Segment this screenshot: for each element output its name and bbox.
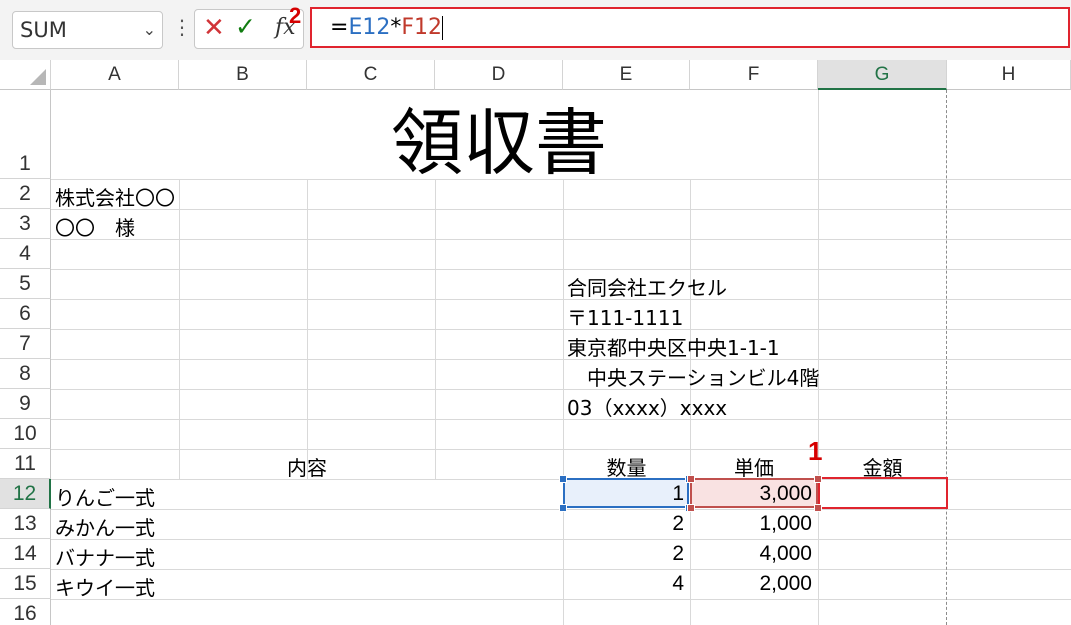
- gridline: [51, 419, 1071, 420]
- cell-a2[interactable]: 株式会社〇〇: [55, 182, 175, 211]
- row-header-1[interactable]: 1: [0, 90, 51, 179]
- cell-e6[interactable]: 〒111-1111: [567, 302, 683, 331]
- item-quantity[interactable]: 4: [563, 572, 684, 596]
- row-header-14[interactable]: 14: [0, 539, 51, 569]
- item-price[interactable]: 4,000: [690, 542, 812, 566]
- page-break-line: [946, 90, 947, 625]
- worksheet-grid[interactable]: A B C D E F G H 1 2 3 4 5 6 7 8 9 10 11 …: [0, 60, 1071, 625]
- row-header-15[interactable]: 15: [0, 569, 51, 599]
- row-header-5[interactable]: 5: [0, 269, 51, 299]
- gridline: [51, 299, 1071, 300]
- column-header-h[interactable]: H: [947, 60, 1071, 90]
- select-all-icon: [30, 69, 46, 85]
- gridline: [51, 449, 1071, 450]
- cell-g12-active[interactable]: [818, 477, 948, 509]
- item-name[interactable]: キウイ一式: [55, 572, 155, 601]
- header-content[interactable]: 内容: [51, 452, 563, 481]
- cell-e7[interactable]: 東京都中央区中央1-1-1: [567, 332, 780, 361]
- cancel-icon[interactable]: ✕: [203, 13, 225, 43]
- formula-ref-e12: E12: [348, 15, 391, 40]
- column-header-a[interactable]: A: [51, 60, 179, 90]
- item-quantity[interactable]: 2: [563, 542, 684, 566]
- header-quantity[interactable]: 数量: [563, 452, 690, 481]
- cell-e9[interactable]: 03（xxxx）xxxx: [567, 392, 727, 421]
- gridline: [51, 569, 1071, 570]
- row-header-8[interactable]: 8: [0, 359, 51, 389]
- item-price[interactable]: 2,000: [690, 572, 812, 596]
- gridline: [51, 269, 1071, 270]
- row-header-11[interactable]: 11: [0, 449, 51, 479]
- gridline: [51, 539, 1071, 540]
- formula-input[interactable]: =E12*F12: [310, 7, 1070, 48]
- row-header-12[interactable]: 12: [0, 479, 51, 509]
- item-name[interactable]: みかん一式: [55, 512, 155, 541]
- item-price[interactable]: 3,000: [690, 482, 812, 506]
- gridline: [51, 239, 1071, 240]
- row-header-9[interactable]: 9: [0, 389, 51, 419]
- header-unit-price[interactable]: 単価: [690, 452, 818, 481]
- item-name[interactable]: りんご一式: [55, 482, 155, 511]
- column-header-b[interactable]: B: [179, 60, 307, 90]
- row-header-7[interactable]: 7: [0, 329, 51, 359]
- item-price[interactable]: 1,000: [690, 512, 812, 536]
- resize-handle[interactable]: [814, 504, 822, 512]
- gridline: [51, 389, 1071, 390]
- formula-equals: =: [330, 15, 349, 40]
- formula-operator: *: [390, 15, 402, 40]
- header-amount[interactable]: 金額: [818, 452, 947, 481]
- gridline: [51, 209, 1071, 210]
- item-quantity[interactable]: 2: [563, 512, 684, 536]
- name-box[interactable]: SUM ⌄: [12, 11, 163, 49]
- column-header-f[interactable]: F: [690, 60, 818, 90]
- formula-ref-f12: F12: [401, 15, 442, 40]
- select-all-corner[interactable]: [0, 60, 51, 90]
- row-header-13[interactable]: 13: [0, 509, 51, 539]
- item-name[interactable]: バナナ一式: [55, 542, 155, 571]
- item-quantity[interactable]: 1: [563, 482, 684, 506]
- annotation-marker-1: 1: [808, 436, 823, 466]
- row-header-2[interactable]: 2: [0, 179, 51, 209]
- name-box-value: SUM: [20, 18, 67, 42]
- check-icon[interactable]: ✓: [235, 12, 256, 41]
- row-header-6[interactable]: 6: [0, 299, 51, 329]
- gridline: [51, 599, 1071, 600]
- cell-e8[interactable]: 中央ステーションビル4階: [567, 362, 819, 391]
- text-caret: [442, 16, 443, 40]
- more-options-icon[interactable]: ⋮: [172, 15, 192, 39]
- gridline: [51, 359, 1071, 360]
- row-header-3[interactable]: 3: [0, 209, 51, 239]
- column-header-g[interactable]: G: [818, 60, 947, 90]
- formula-bar: SUM ⌄ ⋮ ✕ ✓ fx =E12*F12 2: [0, 0, 1071, 60]
- gridline: [51, 329, 1071, 330]
- cell-e5[interactable]: 合同会社エクセル: [567, 272, 727, 301]
- cell-a3[interactable]: 〇〇 様: [55, 212, 135, 241]
- row-header-10[interactable]: 10: [0, 419, 51, 449]
- row-header-4[interactable]: 4: [0, 239, 51, 269]
- row-header-16[interactable]: 16: [0, 599, 51, 625]
- annotation-marker-2: 2: [289, 3, 302, 28]
- formula-controls: ✕ ✓ fx: [194, 9, 304, 49]
- gridline: [818, 90, 819, 625]
- chevron-down-icon[interactable]: ⌄: [143, 12, 156, 48]
- receipt-title[interactable]: 領収書: [391, 84, 607, 189]
